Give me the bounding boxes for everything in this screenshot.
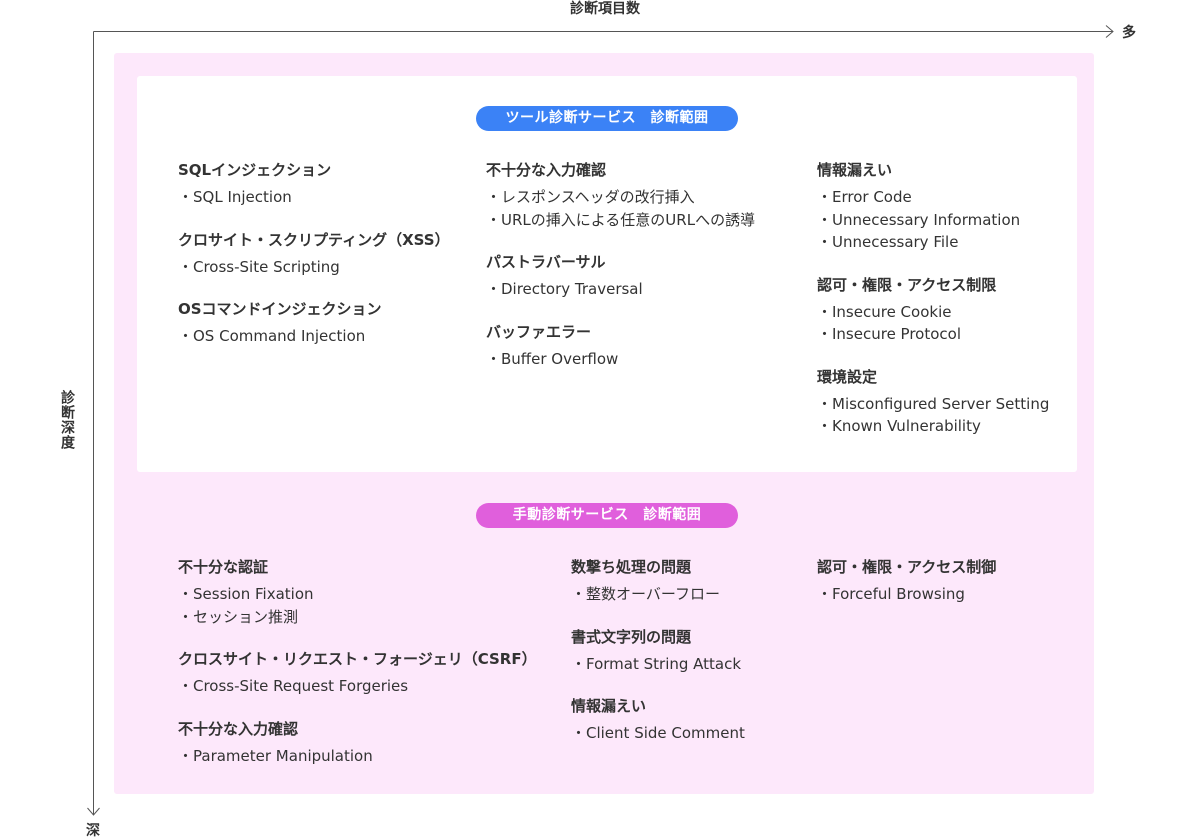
x-axis-end-label: 多: [1122, 25, 1136, 41]
category-item: ・Client Side Comment: [571, 724, 745, 742]
category-group: クロサイト・スクリプティング（XSS） ・Cross-Site Scripting: [178, 230, 450, 279]
category-group: 認可・権限・アクセス制御 ・Forceful Browsing: [817, 557, 996, 606]
category-item: ・Error Code: [817, 188, 912, 206]
category-title: 不十分な認証: [178, 558, 269, 576]
category-title: 認可・権限・アクセス制御: [817, 558, 997, 576]
category-item: ・Buffer Overflow: [486, 349, 619, 368]
category-title: 書式文字列の問題: [571, 627, 692, 646]
category-item: ・Session Fixation: [178, 585, 314, 603]
category-group: 認可・権限・アクセス制限 ・Insecure Cookie ・Insecure Pr…: [817, 275, 1049, 346]
category-group: 情報漏えい・Error Code ・Unnecessary Information…: [817, 160, 1049, 254]
category-item: ・Cross-Site Scripting: [178, 257, 340, 276]
category-group: SQLインジェクション ・SQL Injection: [178, 160, 450, 209]
category-group: パストラバーサル・Directory Traversal: [486, 252, 755, 301]
category-group: 情報漏えい・Client Side Comment: [571, 696, 745, 745]
category-group: 書式文字列の問題・Format String Attack: [571, 627, 745, 676]
category-item: ・Unnecessary File: [817, 233, 959, 251]
tool-column-2: 不十分な入力確認・レスポンスヘッダの改行挿入・URLの挿入による任意のURLへの…: [486, 160, 755, 391]
category-title: SQLインジェクション: [178, 161, 332, 179]
category-group: 環境設定・Misconfigured Server Setting ・Known …: [817, 367, 1049, 438]
tool-scope-badge: ツール診断サービス 診断範囲: [476, 106, 738, 131]
category-item: ・Unnecessary Information: [817, 210, 1021, 229]
tool-column-3: 情報漏えい・Error Code ・Unnecessary Information…: [817, 160, 1049, 459]
category-title: パストラバーサル: [486, 253, 606, 271]
category-group: 不十分な入力確認・レスポンスヘッダの改行挿入・URLの挿入による任意のURLへの…: [486, 160, 755, 231]
category-item: ・Insecure Protocol: [817, 325, 962, 343]
category-title: クロサイト・スクリプティング（XSS）: [178, 230, 450, 249]
category-item: ・Insecure Cookie: [817, 302, 952, 321]
category-item: ・Forceful Browsing: [817, 585, 965, 603]
category-item: ・URLの挿入による任意のURLへの誘導: [486, 210, 756, 229]
category-title: 環境設定: [817, 367, 878, 386]
manual-column-1: 不十分な認証・Session Fixation ・セッション推測クロスサイト・リク…: [178, 557, 537, 788]
category-item: ・Directory Traversal: [486, 280, 643, 298]
category-title: バッファエラー: [486, 322, 592, 341]
category-group: OSコマンドインジェクション ・OS Command Injection: [178, 299, 450, 348]
y-axis-end-label: 深: [86, 823, 100, 837]
category-title: OSコマンドインジェクション: [178, 300, 382, 318]
category-group: 数撃ち処理の問題・整数オーバーフロー: [571, 557, 745, 606]
manual-scope-badge: 手動診断サービス 診断範囲: [476, 503, 738, 528]
category-title: 不十分な入力確認: [486, 161, 607, 179]
category-title: 数撃ち処理の問題: [571, 558, 692, 576]
category-item: ・Parameter Manipulation: [178, 746, 373, 765]
category-item: ・レスポンスヘッダの改行挿入: [486, 188, 695, 206]
x-axis-title: 診断項目数: [570, 1, 640, 17]
category-title: 情報漏えい: [571, 697, 647, 715]
category-title: 不十分な入力確認: [178, 719, 299, 738]
category-item: ・Misconfigured Server Setting: [817, 394, 1050, 413]
category-item: ・SQL Injection: [178, 188, 292, 206]
category-group: バッファエラー・Buffer Overflow: [486, 322, 755, 371]
category-group: 不十分な認証・Session Fixation ・セッション推測: [178, 557, 537, 628]
category-title: 情報漏えい: [817, 161, 893, 179]
category-title: クロスサイト・リクエスト・フォージェリ（CSRF）: [178, 650, 537, 668]
y-axis-title: 診断深度: [59, 390, 75, 450]
category-title: 認可・権限・アクセス制限: [817, 275, 997, 294]
category-group: クロスサイト・リクエスト・フォージェリ（CSRF） ・Cross-Site Req…: [178, 649, 537, 698]
category-item: ・整数オーバーフロー: [571, 585, 720, 603]
tool-column-1: SQLインジェクション ・SQL Injection クロサイト・スクリプティング（…: [178, 160, 450, 369]
category-item: ・Cross-Site Request Forgeries: [178, 677, 409, 695]
category-item: ・OS Command Injection: [178, 327, 366, 345]
category-item: ・Format String Attack: [571, 654, 742, 673]
manual-column-3: 認可・権限・アクセス制御 ・Forceful Browsing: [817, 557, 996, 627]
category-item: ・Known Vulnerability: [817, 417, 981, 435]
category-group: 不十分な入力確認・Parameter Manipulation: [178, 719, 537, 768]
category-item: ・セッション推測: [178, 607, 299, 626]
manual-column-2: 数撃ち処理の問題・整数オーバーフロー 書式文字列の問題・Format String…: [571, 557, 745, 766]
